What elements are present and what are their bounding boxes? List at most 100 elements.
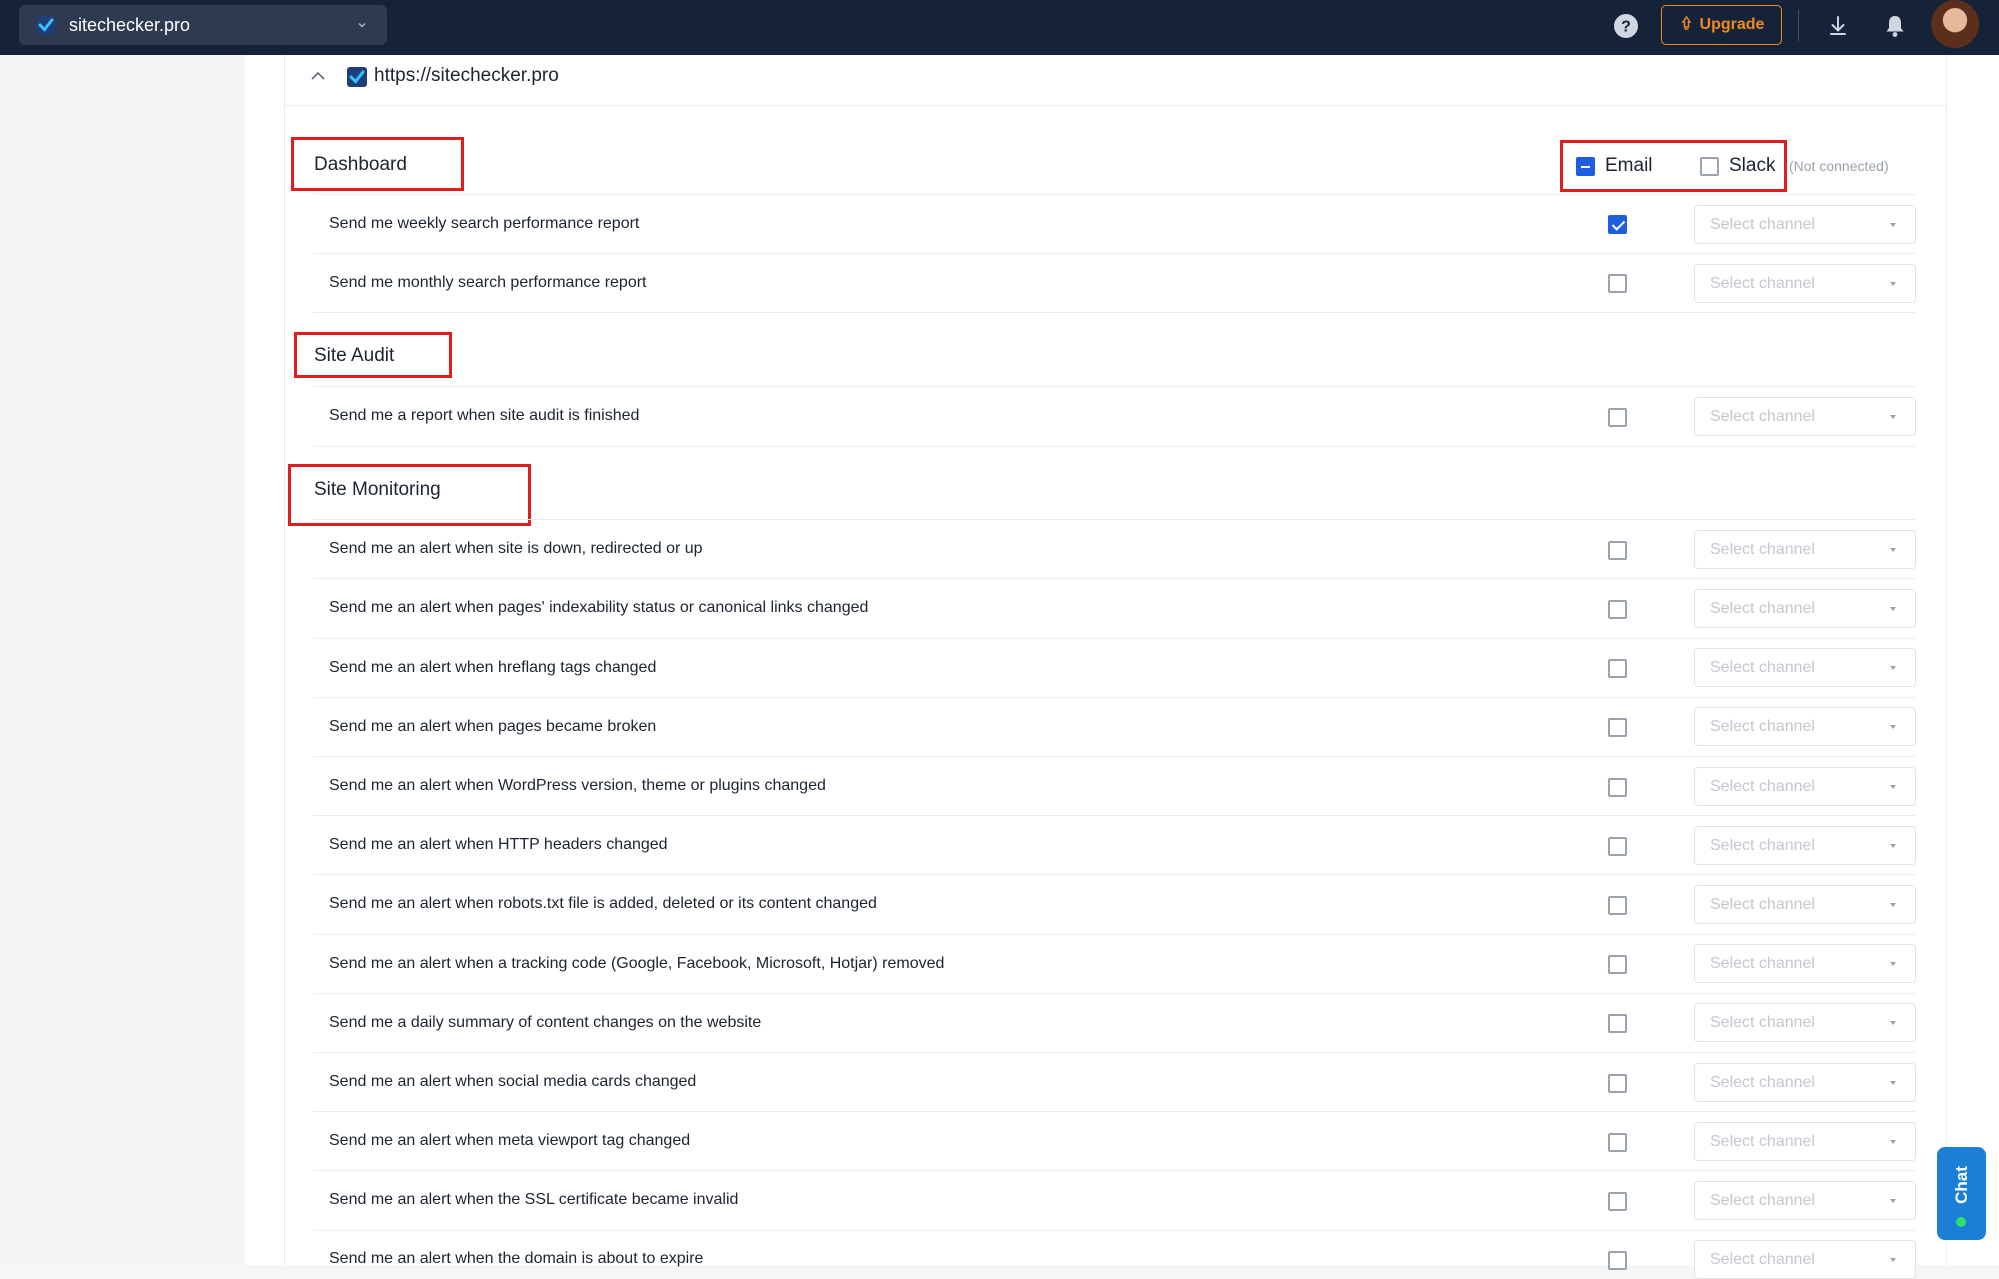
notification-label: Send me an alert when a tracking code (G… xyxy=(329,955,945,972)
select-placeholder: Select channel xyxy=(1710,600,1815,617)
notification-label: Send me an alert when meta viewport tag … xyxy=(329,1132,691,1149)
divider xyxy=(313,934,1916,935)
download-icon[interactable] xyxy=(1823,11,1853,41)
divider xyxy=(313,1052,1916,1053)
channel-select[interactable]: Select channel xyxy=(1694,1003,1916,1042)
select-placeholder: Select channel xyxy=(1710,718,1815,735)
section-title-site-monitoring: Site Monitoring xyxy=(314,479,441,500)
caret-down-icon xyxy=(1890,725,1896,729)
select-placeholder: Select channel xyxy=(1710,1192,1815,1209)
divider xyxy=(313,386,1916,387)
upgrade-button[interactable]: Upgrade xyxy=(1661,5,1782,45)
select-placeholder: Select channel xyxy=(1710,1133,1815,1150)
divider xyxy=(313,194,1916,195)
email-all-checkbox[interactable] xyxy=(1576,157,1595,176)
channel-select[interactable]: Select channel xyxy=(1694,205,1916,244)
email-checkbox[interactable] xyxy=(1608,541,1627,560)
divider xyxy=(313,874,1916,875)
divider xyxy=(313,756,1916,757)
email-checkbox[interactable] xyxy=(1608,1133,1627,1152)
email-checkbox[interactable] xyxy=(1608,1074,1627,1093)
divider xyxy=(1798,10,1799,41)
email-checkbox[interactable] xyxy=(1608,408,1627,427)
email-checkbox[interactable] xyxy=(1608,896,1627,915)
select-placeholder: Select channel xyxy=(1710,216,1815,233)
bell-icon[interactable] xyxy=(1880,11,1910,41)
caret-down-icon xyxy=(1890,785,1896,789)
chat-widget-button[interactable]: Chat xyxy=(1937,1147,1986,1240)
online-status-dot xyxy=(1956,1217,1966,1227)
channel-select[interactable]: Select channel xyxy=(1694,589,1916,628)
channel-select[interactable]: Select channel xyxy=(1694,1063,1916,1102)
channel-select[interactable]: Select channel xyxy=(1694,1240,1916,1279)
email-checkbox[interactable] xyxy=(1608,1251,1627,1270)
caret-down-icon xyxy=(1890,666,1896,670)
notification-label: Send me an alert when pages' indexabilit… xyxy=(329,599,869,616)
notification-label: Send me an alert when WordPress version,… xyxy=(329,777,826,794)
site-url: https://sitechecker.pro xyxy=(374,65,559,86)
notification-label: Send me an alert when site is down, redi… xyxy=(329,540,703,557)
divider xyxy=(313,697,1916,698)
slack-all-checkbox[interactable] xyxy=(1700,157,1719,176)
project-selector[interactable]: sitechecker.pro xyxy=(19,5,387,45)
caret-down-icon xyxy=(1890,903,1896,907)
email-checkbox[interactable] xyxy=(1608,718,1627,737)
rocket-icon xyxy=(1681,15,1691,30)
notification-label: Send me monthly search performance repor… xyxy=(329,274,647,291)
help-icon[interactable]: ? xyxy=(1611,11,1641,41)
email-checkbox[interactable] xyxy=(1608,215,1627,234)
channel-select[interactable]: Select channel xyxy=(1694,885,1916,924)
channel-select[interactable]: Select channel xyxy=(1694,767,1916,806)
caret-down-icon xyxy=(1890,282,1896,286)
select-placeholder: Select channel xyxy=(1710,896,1815,913)
section-title-site-audit: Site Audit xyxy=(314,345,395,366)
email-checkbox[interactable] xyxy=(1608,955,1627,974)
email-checkbox[interactable] xyxy=(1608,1192,1627,1211)
email-checkbox[interactable] xyxy=(1608,1014,1627,1033)
notification-label: Send me an alert when the SSL certificat… xyxy=(329,1191,739,1208)
select-placeholder: Select channel xyxy=(1710,1074,1815,1091)
notification-label: Send me an alert when social media cards… xyxy=(329,1073,697,1090)
channel-select[interactable]: Select channel xyxy=(1694,944,1916,983)
channel-select[interactable]: Select channel xyxy=(1694,707,1916,746)
email-checkbox[interactable] xyxy=(1608,659,1627,678)
notification-label: Send me a daily summary of content chang… xyxy=(329,1014,762,1031)
select-placeholder: Select channel xyxy=(1710,837,1815,854)
email-checkbox[interactable] xyxy=(1608,274,1627,293)
notification-label: Send me an alert when pages became broke… xyxy=(329,718,657,735)
select-placeholder: Select channel xyxy=(1710,955,1815,972)
avatar[interactable] xyxy=(1931,0,1979,48)
notification-label: Send me a report when site audit is fini… xyxy=(329,407,640,424)
caret-down-icon xyxy=(1890,1021,1896,1025)
slack-column-label: Slack xyxy=(1729,155,1776,176)
chevron-down-icon xyxy=(358,23,366,28)
channel-select[interactable]: Select channel xyxy=(1694,264,1916,303)
divider xyxy=(313,1170,1916,1171)
site-favicon-icon xyxy=(347,67,367,87)
select-placeholder: Select channel xyxy=(1710,1014,1815,1031)
channel-select[interactable]: Select channel xyxy=(1694,648,1916,687)
caret-down-icon xyxy=(1890,1258,1896,1262)
channel-select[interactable]: Select channel xyxy=(1694,1181,1916,1220)
channel-select[interactable]: Select channel xyxy=(1694,1122,1916,1161)
chat-label: Chat xyxy=(1952,1166,1971,1204)
email-checkbox[interactable] xyxy=(1608,778,1627,797)
email-checkbox[interactable] xyxy=(1608,837,1627,856)
divider xyxy=(313,253,1916,254)
caret-down-icon xyxy=(1890,1081,1896,1085)
select-placeholder: Select channel xyxy=(1710,659,1815,676)
email-checkbox[interactable] xyxy=(1608,600,1627,619)
select-placeholder: Select channel xyxy=(1710,778,1815,795)
caret-down-icon xyxy=(1890,415,1896,419)
caret-down-icon xyxy=(1890,844,1896,848)
chevron-up-icon[interactable] xyxy=(310,70,326,82)
channel-select[interactable]: Select channel xyxy=(1694,397,1916,436)
sitechecker-logo-icon xyxy=(37,16,55,34)
channel-select[interactable]: Select channel xyxy=(1694,826,1916,865)
select-placeholder: Select channel xyxy=(1710,408,1815,425)
divider xyxy=(313,1230,1916,1231)
channel-select[interactable]: Select channel xyxy=(1694,530,1916,569)
left-sidebar xyxy=(0,55,245,1265)
divider xyxy=(313,638,1916,639)
divider xyxy=(313,993,1916,994)
